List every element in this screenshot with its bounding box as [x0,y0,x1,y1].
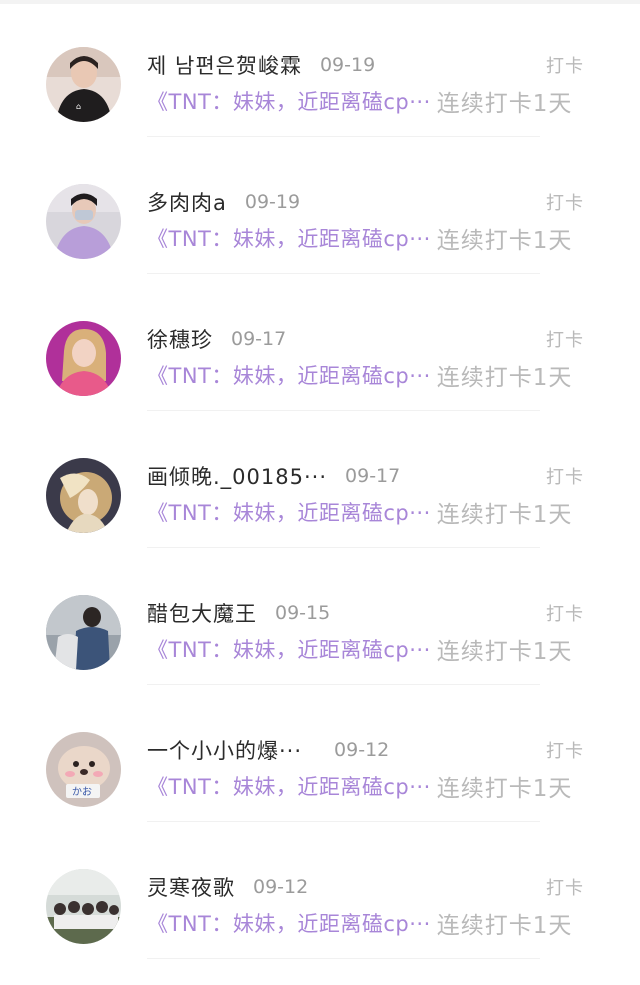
list-item[interactable]: 醋包大魔王 09-15 打卡 《TNT：妹妹，近距离磕cp··· 连续打卡1天 [0,548,640,685]
avatar[interactable] [46,321,121,396]
post-date: 09-19 [319,54,376,76]
book-title-link[interactable]: 《TNT：妹妹，近距离磕cp··· [147,771,431,801]
checkin-tag: 打卡 [546,193,584,214]
book-title-link[interactable]: 《TNT：妹妹，近距离磕cp··· [147,223,431,253]
book-title-link[interactable]: 《TNT：妹妹，近距离磕cp··· [147,360,431,390]
user-name[interactable]: 灵寒夜歌 [147,872,235,902]
list-item[interactable]: 徐穗珍 09-17 打卡 《TNT：妹妹，近距离磕cp··· 连续打卡1天 [0,274,640,411]
post-date: 09-17 [345,465,401,487]
streak-text: 连续打卡1天 [436,228,573,254]
checkin-tag: 打卡 [546,330,584,351]
list-item[interactable]: かお 一个小小的爆··· 09-12 打卡 《TNT：妹妹，近距离磕cp··· … [0,685,640,822]
svg-text:⌂: ⌂ [76,102,81,111]
user-name[interactable]: 画倾晚._00185··· [147,461,327,491]
user-name[interactable]: 多肉肉a [147,187,227,217]
post-date: 09-12 [334,739,390,761]
checkin-tag: 打卡 [546,878,584,899]
user-name[interactable]: 제 남편은贺峻霖 [147,50,302,80]
avatar[interactable] [46,869,121,944]
list-item[interactable]: 灵寒夜歌 09-12 打卡 《TNT：妹妹，近距离磕cp··· 连续打卡1天 [0,822,640,959]
checkin-feed-list: ⌂ 제 남편은贺峻霖 09-19 打卡 《TNT：妹妹，近距离磕cp··· 连续… [0,0,640,985]
streak-text: 连续打卡1天 [436,502,573,528]
list-item[interactable]: 画倾晚._00185··· 09-17 打卡 《TNT：妹妹，近距离磕cp···… [0,411,640,548]
book-title-link[interactable]: 《TNT：妹妹，近距离磕cp··· [147,86,431,116]
post-date: 09-19 [244,191,301,213]
svg-text:かお: かお [72,786,92,798]
streak-text: 连续打卡1天 [436,776,573,802]
post-date: 09-17 [231,328,287,350]
list-item[interactable]: 多肉肉a 09-19 打卡 《TNT：妹妹，近距离磕cp··· 连续打卡1天 [0,137,640,274]
streak-text: 连续打卡1天 [436,365,573,391]
avatar[interactable] [46,595,121,670]
checkin-tag: 打卡 [546,467,584,488]
avatar[interactable] [46,184,121,259]
user-name[interactable]: 徐穗珍 [147,324,213,354]
post-date: 09-12 [253,876,309,898]
streak-text: 连续打卡1天 [436,913,573,939]
avatar[interactable]: ⌂ [46,47,121,122]
user-name[interactable]: 一个小小的爆··· [147,735,302,765]
book-title-link[interactable]: 《TNT：妹妹，近距离磕cp··· [147,497,431,527]
checkin-tag: 打卡 [546,604,584,625]
streak-text: 连续打卡1天 [436,91,573,117]
post-date: 09-15 [275,602,331,624]
checkin-tag: 打卡 [546,56,584,77]
user-name[interactable]: 醋包大魔王 [147,598,257,628]
row-divider [147,958,540,959]
book-title-link[interactable]: 《TNT：妹妹，近距离磕cp··· [147,634,431,664]
streak-text: 连续打卡1天 [436,639,573,665]
list-item[interactable]: ⌂ 제 남편은贺峻霖 09-19 打卡 《TNT：妹妹，近距离磕cp··· 连续… [0,0,640,137]
checkin-tag: 打卡 [546,741,584,762]
avatar[interactable] [46,458,121,533]
book-title-link[interactable]: 《TNT：妹妹，近距离磕cp··· [147,908,431,938]
avatar[interactable]: かお [46,732,121,807]
